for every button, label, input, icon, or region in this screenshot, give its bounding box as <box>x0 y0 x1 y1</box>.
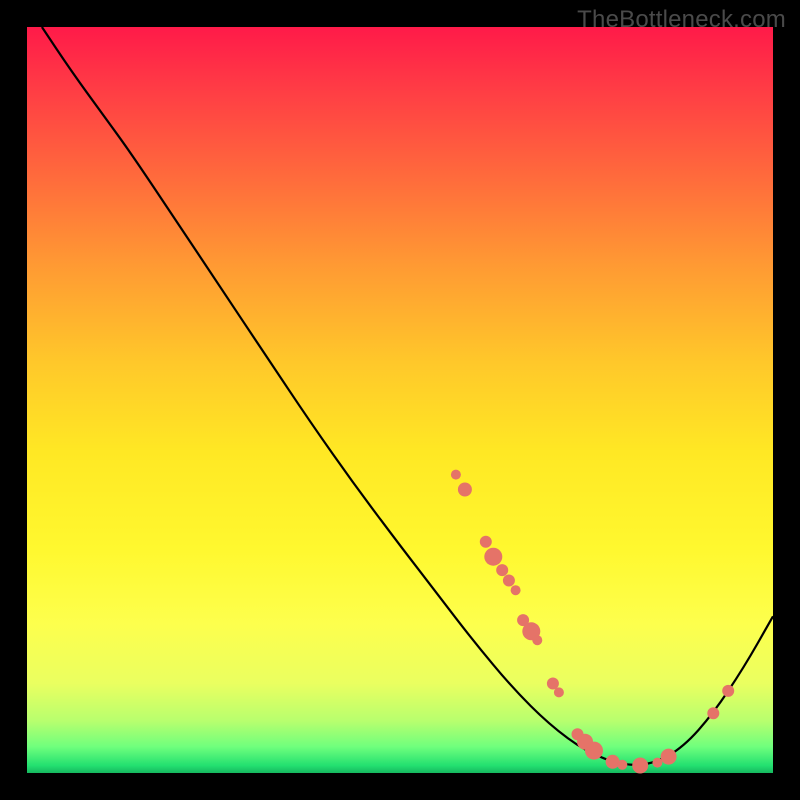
data-point <box>652 758 662 768</box>
data-point <box>451 470 461 480</box>
data-point <box>496 564 508 576</box>
data-point <box>458 483 472 497</box>
watermark-text: TheBottleneck.com <box>577 6 786 34</box>
data-point <box>661 749 677 765</box>
data-point <box>707 707 719 719</box>
data-point <box>532 635 542 645</box>
data-point <box>484 548 502 566</box>
data-point <box>632 758 648 774</box>
chart-svg <box>27 27 773 773</box>
data-point <box>722 685 734 697</box>
data-point <box>585 742 603 760</box>
data-points-group <box>451 470 734 774</box>
chart-frame <box>27 27 773 773</box>
data-point <box>503 575 515 587</box>
bottleneck-curve <box>42 27 773 765</box>
data-point <box>617 760 627 770</box>
data-point <box>547 678 559 690</box>
data-point <box>480 536 492 548</box>
data-point <box>554 687 564 697</box>
data-point <box>606 755 620 769</box>
data-point <box>511 585 521 595</box>
